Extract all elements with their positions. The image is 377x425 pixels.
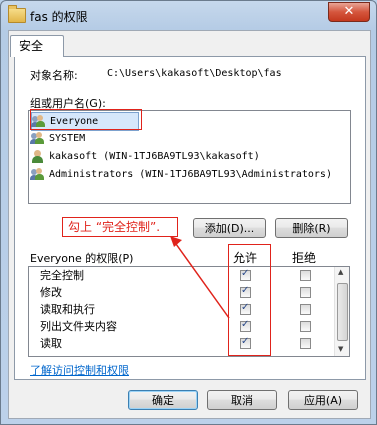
cancel-button[interactable]: 取消 [207,390,277,410]
tab-security[interactable]: 安全 [10,35,64,57]
learn-access-control-link[interactable]: 了解访问控制和权限 [30,362,129,378]
ok-button[interactable]: 确定 [128,390,198,410]
apply-button[interactable]: 应用(A) [288,390,358,410]
